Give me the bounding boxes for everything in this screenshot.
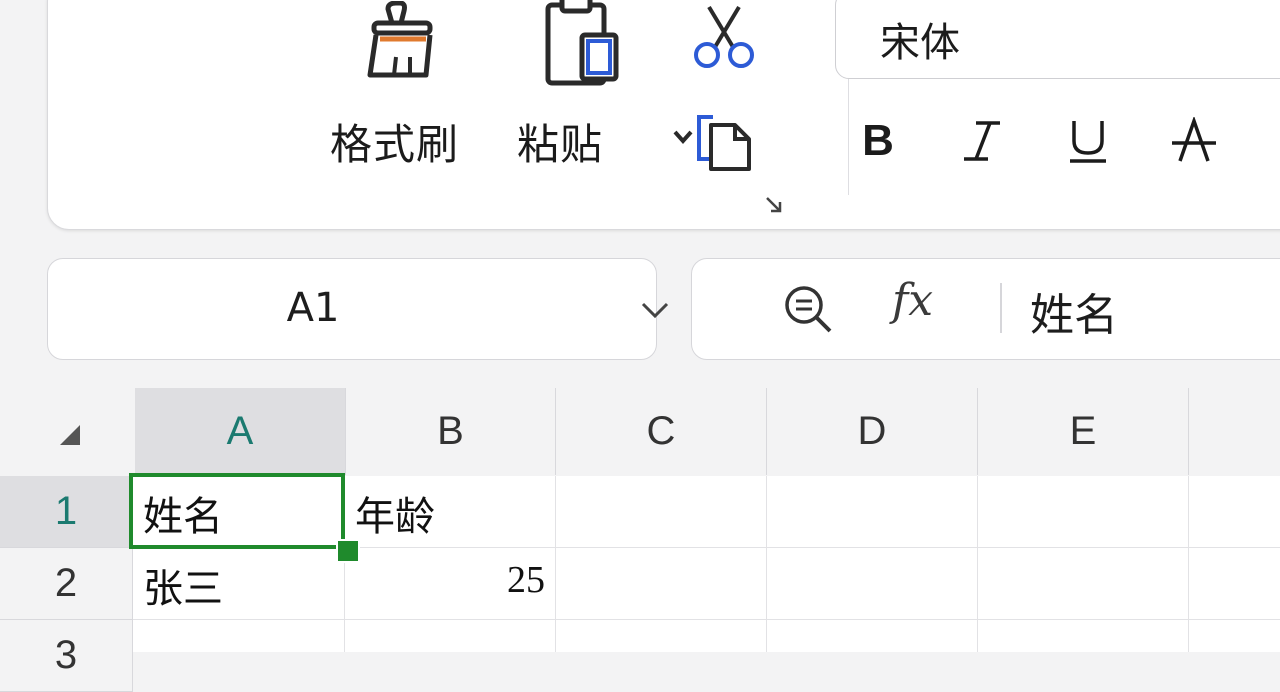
- formula-bar-separator: [1000, 283, 1002, 333]
- select-all-corner[interactable]: [0, 388, 133, 475]
- paste-label: 粘贴: [517, 120, 604, 169]
- column-header-f[interactable]: [1189, 388, 1280, 475]
- cell-b2-value: 25: [507, 559, 545, 601]
- italic-button[interactable]: [952, 111, 1012, 171]
- underline-button[interactable]: [1058, 111, 1118, 171]
- cell-e1[interactable]: [978, 476, 1189, 548]
- column-header-d[interactable]: D: [767, 388, 978, 475]
- format-painter-label: 格式刷: [330, 120, 460, 169]
- strikethrough-icon: [1172, 117, 1216, 162]
- format-painter-icon: [367, 1, 433, 78]
- cell-e2[interactable]: [978, 548, 1189, 620]
- column-header-c[interactable]: C: [556, 388, 767, 475]
- strikethrough-button[interactable]: [1164, 111, 1224, 171]
- cell-d3[interactable]: [767, 620, 978, 652]
- dialog-launcher-icon[interactable]: [764, 195, 784, 215]
- spreadsheet-grid: A B C D E 1 2 3 姓名 年龄 张三 25: [0, 388, 1280, 692]
- cell-c2[interactable]: [556, 548, 767, 620]
- ribbon-toolbar: 格式刷 粘贴 宋体 B: [47, 0, 1280, 230]
- chevron-down-icon[interactable]: [640, 295, 670, 325]
- fill-handle[interactable]: [336, 539, 360, 563]
- column-header-b[interactable]: B: [346, 388, 556, 475]
- font-name-select[interactable]: 宋体: [835, 0, 1280, 79]
- cell-b1[interactable]: 年龄: [345, 476, 556, 548]
- cell-f1[interactable]: [1189, 476, 1280, 548]
- cell-d2[interactable]: [767, 548, 978, 620]
- name-box-value: A1: [286, 285, 340, 331]
- cell-c1[interactable]: [556, 476, 767, 548]
- cell-f2[interactable]: [1189, 548, 1280, 620]
- underline-icon: [1070, 121, 1106, 163]
- italic-icon: [964, 121, 1000, 161]
- bold-icon: B: [862, 116, 894, 165]
- format-painter-button[interactable]: 格式刷: [330, 1, 488, 181]
- copy-icon[interactable]: [691, 109, 757, 175]
- cell-a2-value: 张三: [143, 566, 223, 612]
- bold-button[interactable]: B: [848, 111, 908, 171]
- cell-b2[interactable]: 25: [345, 548, 556, 620]
- cell-a1-value: 姓名: [143, 494, 223, 540]
- clipboard-icon: [545, 0, 619, 86]
- cell-b3[interactable]: [345, 620, 556, 652]
- insert-function-button[interactable]: fx: [892, 275, 933, 326]
- cell-a3[interactable]: [133, 620, 345, 652]
- name-box[interactable]: A1: [47, 258, 669, 360]
- cell-c3[interactable]: [556, 620, 767, 652]
- font-name-value: 宋体: [880, 20, 960, 66]
- row-header-3[interactable]: 3: [0, 620, 133, 692]
- column-header-a[interactable]: A: [135, 388, 346, 475]
- row-header-1[interactable]: 1: [0, 476, 133, 548]
- formula-input[interactable]: 姓名: [1030, 279, 1118, 343]
- column-header-e[interactable]: E: [978, 388, 1189, 475]
- select-all-triangle-icon: [60, 425, 80, 445]
- cell-a1[interactable]: 姓名: [133, 476, 345, 548]
- cell-e3[interactable]: [978, 620, 1189, 652]
- row-header-2[interactable]: 2: [0, 548, 133, 620]
- formula-bar: fx 姓名: [691, 258, 1280, 360]
- cell-a2[interactable]: 张三: [133, 548, 345, 620]
- cell-f3[interactable]: [1189, 620, 1280, 652]
- cell-d1[interactable]: [767, 476, 978, 548]
- paste-button[interactable]: 粘贴: [516, 0, 693, 181]
- zoom-out-icon[interactable]: [782, 283, 836, 337]
- cell-b1-value: 年龄: [355, 494, 435, 540]
- scissors-icon[interactable]: [691, 3, 757, 69]
